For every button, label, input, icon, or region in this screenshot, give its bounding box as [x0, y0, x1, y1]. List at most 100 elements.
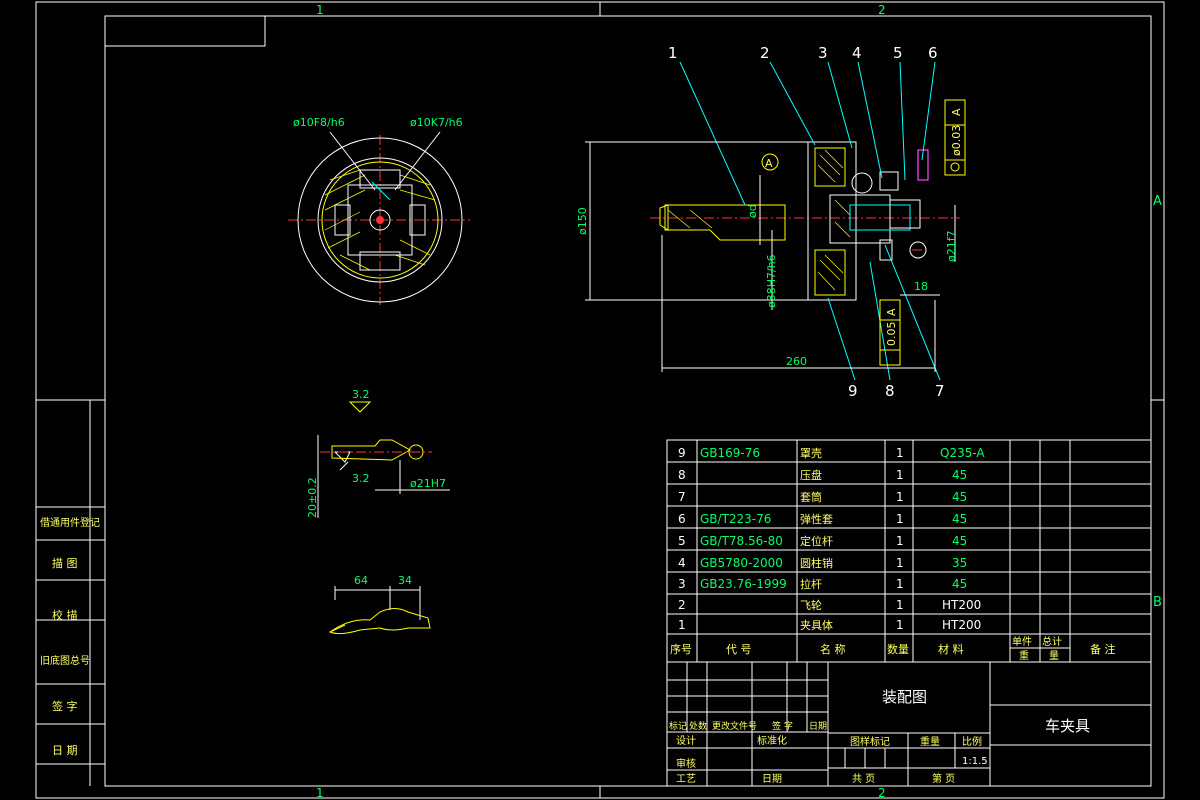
- bom-no: 7: [678, 490, 686, 504]
- bom-material: 45: [952, 512, 967, 526]
- balloon-labels: 1 2 3 4 5 6 7 8 9: [668, 44, 945, 400]
- balloon-8: 8: [885, 382, 895, 400]
- bom-row: 1 夹具体 1 HT200: [678, 618, 981, 632]
- tol-top-datum: A: [950, 108, 963, 116]
- balloon-4: 4: [852, 44, 862, 62]
- bom-no: 9: [678, 446, 686, 460]
- balloon-6: 6: [928, 44, 938, 62]
- bom-header-unit-top: 单件: [1012, 636, 1032, 648]
- bom-qty: 1: [896, 468, 904, 482]
- title-process: 工艺: [676, 773, 696, 785]
- bom-material: 45: [952, 577, 967, 591]
- dim-260: 260: [786, 355, 807, 368]
- bom-name: 压盘: [800, 468, 822, 482]
- roughness-2: 3.2: [352, 472, 370, 485]
- bom-row: 6 GB/T223-76 弹性套 1 45: [678, 512, 967, 526]
- fit-label-right: ø10K7/h6: [410, 116, 463, 129]
- dim-64: 64: [354, 574, 368, 587]
- title-drawing-type: 装配图: [882, 688, 927, 706]
- bom-name: 定位杆: [800, 534, 833, 548]
- bom-table: 9 GB169-76 罩壳 1 Q235-A 8 压盘 1 45 7 套筒 1 …: [666, 439, 1152, 663]
- title-approve-date: 日期: [762, 773, 782, 785]
- bom-row: 2 飞轮 1 HT200: [678, 598, 981, 612]
- title-scale-label: 比例: [962, 735, 982, 748]
- bom-row: 7 套筒 1 45: [678, 490, 967, 504]
- bom-header-total-top: 总计: [1042, 635, 1062, 648]
- bom-material: 45: [952, 468, 967, 482]
- bom-name: 飞轮: [800, 598, 822, 612]
- zone-bottom-1: 1: [316, 786, 324, 800]
- bom-row: 4 GB5780-2000 圆柱销 1 35: [678, 556, 967, 570]
- bom-row: 5 GB/T78.56-80 定位杆 1 45: [678, 534, 967, 548]
- bom-row: 3 GB23.76-1999 拉杆 1 45: [678, 577, 967, 591]
- bom-qty: 1: [896, 512, 904, 526]
- margin-label-check: 校 描: [52, 608, 78, 622]
- tol-bottom-datum: A: [885, 308, 898, 316]
- zone-top-1: 1: [316, 3, 324, 17]
- bom-qty: 1: [896, 446, 904, 460]
- bom-material: 45: [952, 490, 967, 504]
- bom-code: GB169-76: [700, 446, 760, 460]
- dim-34: 34: [398, 574, 412, 587]
- bom-header-no: 序号: [670, 642, 692, 656]
- dim-18: 18: [914, 280, 928, 293]
- bom-material: Q235-A: [940, 446, 985, 460]
- bom-header-qty: 数量: [887, 643, 909, 656]
- bom-code: GB/T78.56-80: [700, 534, 783, 548]
- fit-label-left: ø10F8/h6: [293, 116, 345, 129]
- bom-material: 35: [952, 556, 967, 570]
- balloon-3: 3: [818, 44, 828, 62]
- bom-qty: 1: [896, 598, 904, 612]
- title-sign: 签 字: [772, 720, 793, 732]
- dim-dia-150: ø150: [576, 207, 589, 235]
- bom-no: 5: [678, 534, 686, 548]
- title-sheet-no: 第 页: [932, 772, 955, 785]
- pin-detail: 3.2 3.2 20±0.2 ø21H7: [306, 388, 450, 518]
- margin-label-old-number: 旧底图总号: [40, 654, 90, 667]
- title-sheets-total: 共 页: [852, 773, 875, 785]
- title-weight-label: 重量: [920, 735, 940, 748]
- dim-38h7: ø38H7/h6: [765, 254, 778, 308]
- margin-label-date: 日 期: [52, 744, 78, 757]
- title-standardize: 标准化: [757, 734, 787, 747]
- title-review: 审核: [676, 757, 696, 770]
- bom-no: 8: [678, 468, 686, 482]
- tolerance-frame-top: A ø0.03: [944, 99, 966, 176]
- title-block: 装配图 车夹具 标记 处数 更改文件号 签 字 日期 设计 标准化 审核 工艺 …: [666, 661, 1152, 787]
- title-stage-label: 图样标记: [850, 735, 890, 748]
- bom-material: 45: [952, 534, 967, 548]
- tol-bottom-value: 0.05: [885, 322, 898, 347]
- bom-qty: 1: [896, 534, 904, 548]
- bom-qty: 1: [896, 618, 904, 632]
- roughness-1: 3.2: [352, 388, 370, 401]
- main-view-dimensions: ø150 260 ød ø38H7/h6 ø21f7 18 A: [576, 141, 958, 372]
- bom-row: 8 压盘 1 45: [678, 468, 967, 482]
- margin-label-register: 借通用件登记: [40, 516, 100, 529]
- bom-no: 2: [678, 598, 686, 612]
- balloon-7: 7: [935, 382, 945, 400]
- bom-code: GB23.76-1999: [700, 577, 787, 591]
- bom-header-name: 名 称: [820, 642, 846, 656]
- title-design: 设计: [676, 734, 696, 747]
- zone-top-2: 2: [878, 3, 886, 17]
- main-section-view: [650, 141, 960, 301]
- bom-header-material: 材 料: [938, 642, 964, 656]
- balloon-5: 5: [893, 44, 903, 62]
- bom-code: GB5780-2000: [700, 556, 783, 570]
- title-part-name: 车夹具: [1045, 717, 1090, 735]
- bom-no: 4: [678, 556, 686, 570]
- tol-top-value: ø0.03: [950, 125, 963, 156]
- bom-row: 9 GB169-76 罩壳 1 Q235-A: [678, 446, 985, 460]
- bom-name: 罩壳: [800, 446, 822, 460]
- bom-name: 套筒: [800, 490, 822, 504]
- bom-no: 6: [678, 512, 686, 526]
- lever-detail: 64 34: [328, 574, 431, 635]
- title-scale-value: 1:1.5: [962, 756, 988, 767]
- zone-right-b: B: [1153, 595, 1162, 610]
- bom-header-total-bottom: 量: [1049, 650, 1059, 662]
- title-mark: 标记: [669, 720, 687, 732]
- dim-21h7: ø21H7: [410, 477, 446, 490]
- datum-a-label: A: [765, 157, 773, 170]
- title-count: 处数: [689, 720, 707, 732]
- bom-name: 夹具体: [800, 618, 833, 632]
